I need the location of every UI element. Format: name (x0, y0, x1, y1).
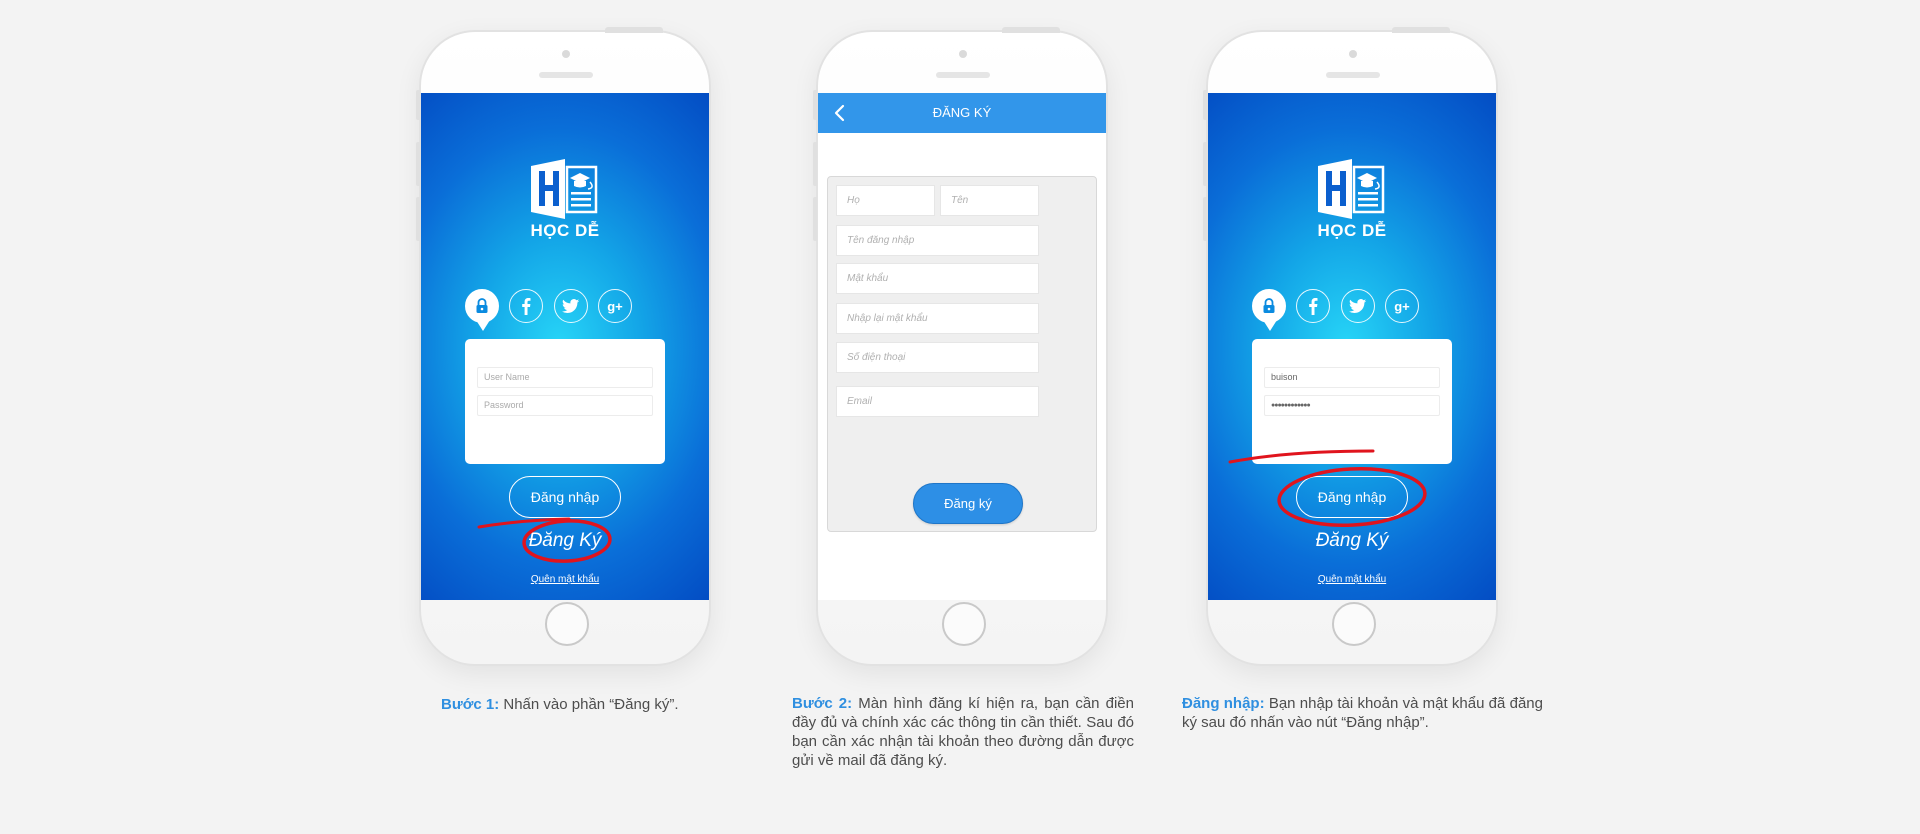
login-screen: HỌC DỄ g+ User Name Password Đăng nhập Đ… (421, 93, 709, 600)
register-link[interactable]: Đăng Ký (1208, 530, 1496, 552)
home-button[interactable] (942, 602, 986, 646)
register-submit-button[interactable]: Đăng ký (913, 483, 1023, 524)
home-button[interactable] (1332, 602, 1376, 646)
forgot-password-link[interactable]: Quên mật khẩu (1208, 574, 1496, 585)
home-button[interactable] (545, 602, 589, 646)
speaker (936, 72, 990, 78)
front-camera (562, 50, 570, 58)
register-form: Họ Tên Tên đăng nhập Mật khẩu Nhập lại m… (827, 176, 1097, 532)
last-name-input[interactable]: Họ (836, 185, 935, 216)
twitter-icon[interactable] (554, 289, 588, 323)
phone-frame-login: HỌC DỄ g+ buison ●●●●●●●●●●●● Đăng nhập (1203, 27, 1498, 666)
password-input[interactable]: Password (477, 395, 653, 416)
hocde-logo-icon (1318, 159, 1385, 219)
caption-step2: Bước 2: Màn hình đăng kí hiện ra, bạn cầ… (792, 694, 1134, 770)
facebook-icon[interactable] (509, 289, 543, 323)
username-input[interactable]: buison (1264, 367, 1440, 388)
lock-icon[interactable] (465, 289, 499, 331)
social-login-row: g+ (1252, 289, 1452, 333)
speaker (539, 72, 593, 78)
username-input[interactable]: Tên đăng nhập (836, 225, 1039, 256)
caption-text: Nhấn vào phần “Đăng ký”. (499, 696, 679, 713)
caption-step-label: Đăng nhập: (1182, 695, 1265, 712)
confirm-password-input[interactable]: Nhập lại mật khẩu (836, 303, 1039, 334)
caption-step-label: Bước 1: (441, 696, 500, 713)
phone-number-input[interactable]: Số điện thoại (836, 342, 1039, 373)
social-login-row: g+ (465, 289, 665, 333)
front-camera (959, 50, 967, 58)
app-logo-text: HỌC DỄ (1317, 221, 1387, 240)
caption-step1: Bước 1: Nhấn vào phần “Đăng ký”. (441, 695, 701, 714)
google-plus-icon[interactable]: g+ (598, 289, 632, 323)
register-header: ĐĂNG KÝ (818, 93, 1106, 133)
google-plus-icon[interactable]: g+ (1385, 289, 1419, 323)
first-name-input[interactable]: Tên (940, 185, 1039, 216)
login-button[interactable]: Đăng nhập (509, 476, 621, 518)
register-title: ĐĂNG KÝ (932, 105, 992, 120)
password-input[interactable]: ●●●●●●●●●●●● (1264, 395, 1440, 416)
front-camera (1349, 50, 1357, 58)
phone-frame-step2: ĐĂNG KÝ Họ Tên Tên đăng nhập Mật khẩu Nh… (813, 27, 1108, 666)
caption-login: Đăng nhập: Bạn nhập tài khoản và mật khẩ… (1182, 694, 1543, 732)
facebook-icon[interactable] (1296, 289, 1330, 323)
login-screen-filled: HỌC DỄ g+ buison ●●●●●●●●●●●● Đăng nhập (1208, 93, 1496, 600)
speaker (1326, 72, 1380, 78)
twitter-icon[interactable] (1341, 289, 1375, 323)
app-logo-text: HỌC DỄ (530, 221, 600, 240)
caption-step-label: Bước 2: (792, 695, 853, 712)
login-form: User Name Password (465, 339, 665, 464)
password-input[interactable]: Mật khẩu (836, 263, 1039, 294)
tutorial-stage: HỌC DỄ g+ User Name Password Đăng nhập Đ… (0, 0, 1920, 834)
register-link[interactable]: Đăng Ký (421, 530, 709, 552)
email-input[interactable]: Email (836, 386, 1039, 417)
lock-icon[interactable] (1252, 289, 1286, 331)
register-screen: ĐĂNG KÝ Họ Tên Tên đăng nhập Mật khẩu Nh… (818, 93, 1106, 600)
forgot-password-link[interactable]: Quên mật khẩu (421, 574, 709, 585)
app-logo: HỌC DỄ (1208, 158, 1496, 241)
hocde-logo-icon (531, 159, 598, 219)
login-form: buison ●●●●●●●●●●●● (1252, 339, 1452, 464)
app-logo: HỌC DỄ (421, 158, 709, 241)
username-input[interactable]: User Name (477, 367, 653, 388)
phone-frame-step1: HỌC DỄ g+ User Name Password Đăng nhập Đ… (416, 27, 711, 666)
login-button[interactable]: Đăng nhập (1296, 476, 1408, 518)
